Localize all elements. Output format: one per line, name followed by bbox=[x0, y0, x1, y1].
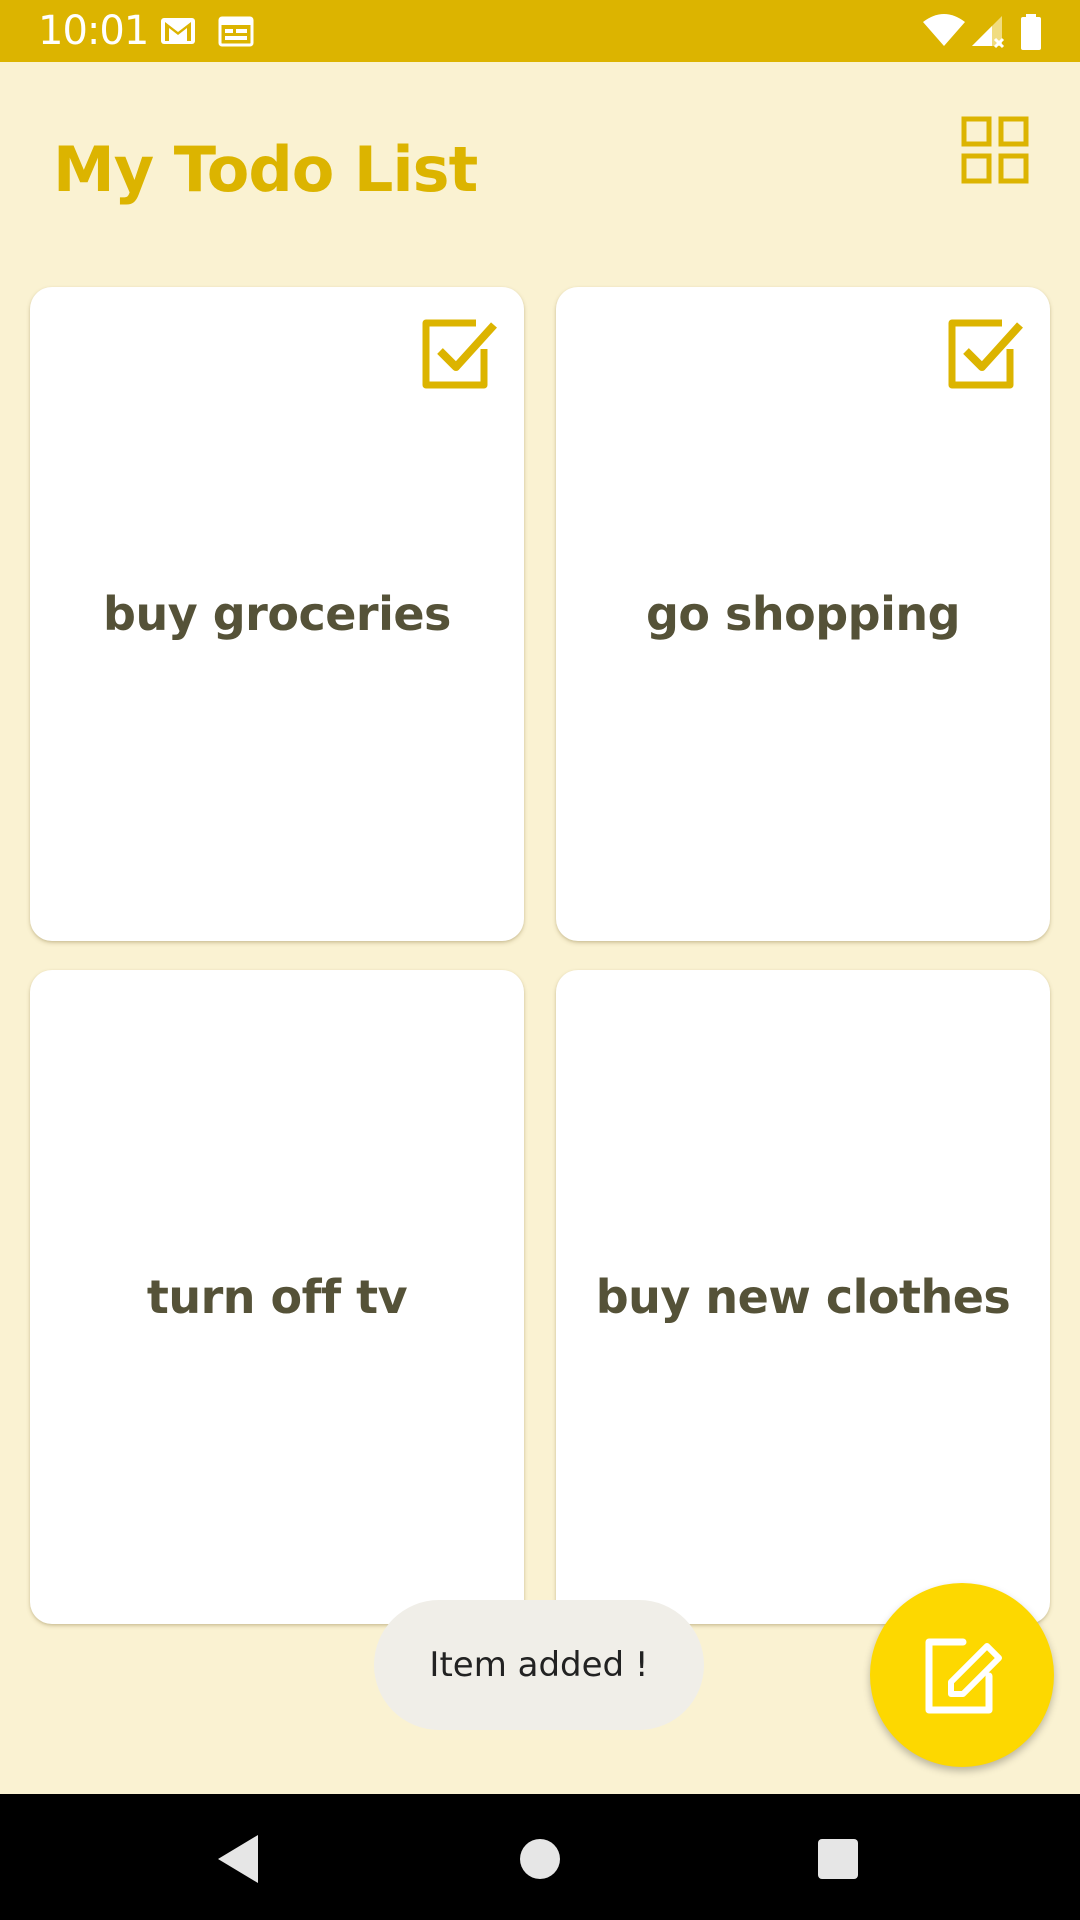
recents-icon[interactable] bbox=[808, 1829, 868, 1889]
todo-label: go shopping bbox=[645, 587, 961, 641]
wifi-icon bbox=[923, 14, 965, 46]
todo-label: buy new clothes bbox=[595, 1270, 1011, 1324]
todo-card[interactable]: buy new clothes bbox=[556, 970, 1050, 1624]
cell-signal-icon bbox=[972, 16, 1005, 49]
grid-view-toggle-button[interactable] bbox=[960, 115, 1030, 185]
home-icon[interactable] bbox=[510, 1829, 570, 1889]
edit-icon bbox=[925, 1638, 1002, 1714]
toast-message: Item added ! bbox=[374, 1600, 704, 1730]
checkbox-checked-icon[interactable] bbox=[418, 311, 500, 393]
status-time: 10:01 bbox=[38, 8, 149, 54]
calendar-icon bbox=[218, 16, 254, 47]
todo-card[interactable]: buy groceries bbox=[30, 287, 524, 941]
todo-label: buy groceries bbox=[103, 587, 451, 641]
todo-label: turn off tv bbox=[146, 1270, 408, 1324]
add-todo-button[interactable] bbox=[870, 1583, 1054, 1767]
status-bar: 10:01 bbox=[0, 0, 1080, 62]
battery-icon bbox=[1021, 14, 1041, 50]
page-title: My Todo List bbox=[53, 133, 478, 206]
back-icon[interactable] bbox=[210, 1829, 270, 1889]
grid-view-icon bbox=[961, 116, 1029, 184]
navigation-bar bbox=[0, 1794, 1080, 1920]
checkbox-checked-icon[interactable] bbox=[944, 311, 1026, 393]
gmail-icon bbox=[161, 18, 195, 44]
todo-card[interactable]: go shopping bbox=[556, 287, 1050, 941]
todo-card[interactable]: turn off tv bbox=[30, 970, 524, 1624]
